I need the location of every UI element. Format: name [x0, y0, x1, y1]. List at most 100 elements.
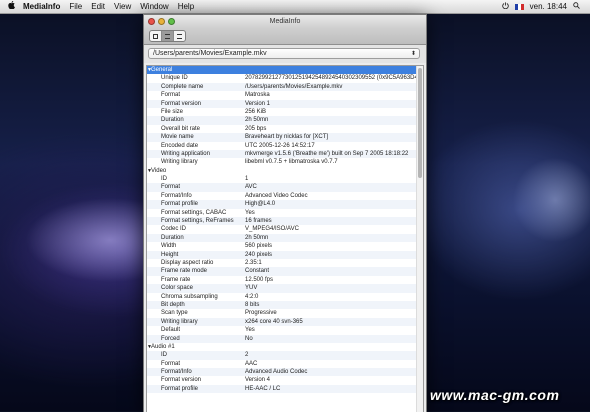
- info-row[interactable]: Duration 2h 50mn: [147, 116, 417, 125]
- info-row[interactable]: Scan type Progressive: [147, 309, 417, 317]
- info-key: Movie name: [161, 134, 194, 141]
- info-tree-panel: ▼ General Unique ID 20782992127730125194254…: [146, 65, 424, 412]
- view-easy-button[interactable]: [150, 31, 162, 41]
- info-row[interactable]: Format/Info Advanced Audio Codec: [147, 368, 417, 377]
- info-row[interactable]: Default Yes: [147, 326, 417, 334]
- info-row[interactable]: Format AVC: [147, 183, 417, 192]
- view-mode-segmented-control: [149, 30, 186, 42]
- info-row[interactable]: Encoded date UTC 2005-12-26 14:52:17: [147, 142, 417, 150]
- info-key: Format: [161, 92, 181, 99]
- info-row[interactable]: Height 240 pixels: [147, 250, 417, 259]
- info-value: Constant: [245, 268, 270, 275]
- info-value: /Users/parents/Movies/Example.mkv: [245, 83, 343, 90]
- search-icon[interactable]: [573, 0, 580, 13]
- view-text-button[interactable]: [174, 31, 185, 41]
- menu-extras: ven. 18:44: [496, 0, 580, 13]
- zoom-window-button[interactable]: [168, 18, 175, 25]
- menu-window[interactable]: Window: [140, 0, 168, 13]
- info-row[interactable]: Format profile HE-AAC / LC: [147, 384, 417, 394]
- title-bar[interactable]: MediaInfo: [144, 15, 426, 28]
- file-path-select[interactable]: /Users/parents/Movies/Example.mkv ⬍: [148, 48, 420, 59]
- info-row[interactable]: Format AAC: [147, 360, 417, 368]
- flag-icon[interactable]: [514, 0, 524, 13]
- info-row[interactable]: Frame rate mode Constant: [147, 267, 417, 276]
- info-row[interactable]: Bit depth 8 bits: [147, 300, 417, 310]
- info-key: Writing application: [161, 150, 210, 157]
- info-key: Display aspect ratio: [161, 259, 214, 266]
- scrollbar-thumb[interactable]: [418, 68, 422, 178]
- info-row[interactable]: Format Matroska: [147, 91, 417, 99]
- window-title: MediaInfo: [269, 18, 301, 25]
- info-key: Color space: [161, 285, 194, 292]
- info-row[interactable]: ID 1: [147, 175, 417, 183]
- info-row[interactable]: Format profile High@L4.0: [147, 200, 417, 209]
- info-value: x264 core 40 svn-365: [245, 318, 303, 325]
- minimize-window-button[interactable]: [158, 18, 165, 25]
- info-row[interactable]: Format settings, ReFrames 16 frames: [147, 217, 417, 226]
- info-key: Format profile: [161, 201, 199, 208]
- info-row[interactable]: Codec ID V_MPEG4/ISO/AVC: [147, 225, 417, 233]
- info-row[interactable]: Color space YUV: [147, 284, 417, 293]
- power-icon[interactable]: [501, 0, 509, 13]
- info-key: Bit depth: [161, 301, 185, 308]
- watermark-text: www.mac-gm.com: [430, 387, 560, 403]
- file-path-value: /Users/parents/Movies/Example.mkv: [153, 50, 267, 57]
- info-value: 2.35:1: [245, 259, 262, 266]
- info-key: Writing library: [161, 159, 198, 166]
- info-row[interactable]: Writing library libebml v0.7.5 + libmatro…: [147, 158, 417, 166]
- info-value: Matroska: [245, 92, 270, 99]
- info-row[interactable]: Format version Version 4: [147, 376, 417, 384]
- info-row[interactable]: Width 560 pixels: [147, 242, 417, 250]
- info-value: AAC: [245, 360, 258, 367]
- info-value: 207829921277301251942548924540302309552 …: [245, 75, 417, 82]
- vertical-scrollbar[interactable]: [416, 66, 423, 412]
- info-value: Braveheart by nicklas for [XCT]: [245, 134, 329, 141]
- info-value: mkvmerge v1.5.6 ('Breathe me') built on …: [245, 150, 409, 157]
- info-value: 240 pixels: [245, 251, 273, 258]
- menu-view[interactable]: View: [114, 0, 131, 13]
- info-value: Version 4: [245, 377, 271, 384]
- menu-file[interactable]: File: [69, 0, 82, 13]
- info-row[interactable]: File size 256 KiB: [147, 108, 417, 116]
- section-header[interactable]: ▼ Video: [147, 167, 417, 175]
- info-value: 256 KiB: [245, 108, 267, 115]
- info-value: 2h 50mn: [245, 117, 269, 124]
- info-row[interactable]: Writing library x264 core 40 svn-365: [147, 317, 417, 327]
- info-row[interactable]: Format/Info Advanced Video Codec: [147, 192, 417, 200]
- info-row[interactable]: ID 2: [147, 351, 417, 360]
- info-row[interactable]: Complete name/Users/parents/Movies/Examp…: [147, 82, 417, 92]
- info-key: Scan type: [161, 310, 188, 317]
- info-value: libebml v0.7.5 + libmatroska v0.7.7: [245, 159, 338, 166]
- info-row[interactable]: Forced No: [147, 334, 417, 343]
- apple-menu-icon[interactable]: [6, 0, 16, 13]
- section-header[interactable]: ▼ General: [147, 66, 417, 75]
- info-row[interactable]: Format version Version 1: [147, 99, 417, 108]
- menu-app-name[interactable]: MediaInfo: [23, 0, 60, 13]
- clock[interactable]: ven. 18:44: [530, 0, 567, 13]
- info-key: Height: [161, 251, 179, 258]
- menu-edit[interactable]: Edit: [91, 0, 105, 13]
- grid-icon: [153, 33, 158, 39]
- info-row[interactable]: Writing application mkvmerge v1.5.6 ('Bre…: [147, 149, 417, 159]
- info-key: File size: [161, 108, 184, 115]
- info-value: 1: [245, 176, 249, 183]
- info-row[interactable]: Duration 2h 50mn: [147, 233, 417, 243]
- info-value: 560 pixels: [245, 243, 273, 250]
- view-tree-button[interactable]: [162, 31, 174, 41]
- menu-help[interactable]: Help: [178, 0, 194, 13]
- info-row[interactable]: Format settings, CABAC Yes: [147, 209, 417, 217]
- info-key: ID: [161, 176, 167, 183]
- info-value: 12.500 fps: [245, 276, 274, 283]
- info-row[interactable]: Unique ID 2078299212773012519425489245403…: [147, 74, 417, 82]
- info-row[interactable]: Movie name Braveheart by nicklas for [XCT…: [147, 133, 417, 142]
- window-controls: [148, 18, 178, 25]
- info-value: Yes: [245, 327, 255, 334]
- close-window-button[interactable]: [148, 18, 155, 25]
- section-header[interactable]: ▼ Audio #1: [147, 343, 417, 351]
- info-row[interactable]: Display aspect ratio 2.35:1: [147, 259, 417, 267]
- info-row[interactable]: Frame rate 12.500 fps: [147, 276, 417, 284]
- info-key: Frame rate mode: [161, 268, 208, 275]
- info-row[interactable]: Overall bit rate 205 bps: [147, 125, 417, 133]
- info-row[interactable]: Chroma subsampling 4:2:0: [147, 293, 417, 301]
- info-key: Width: [161, 243, 177, 250]
